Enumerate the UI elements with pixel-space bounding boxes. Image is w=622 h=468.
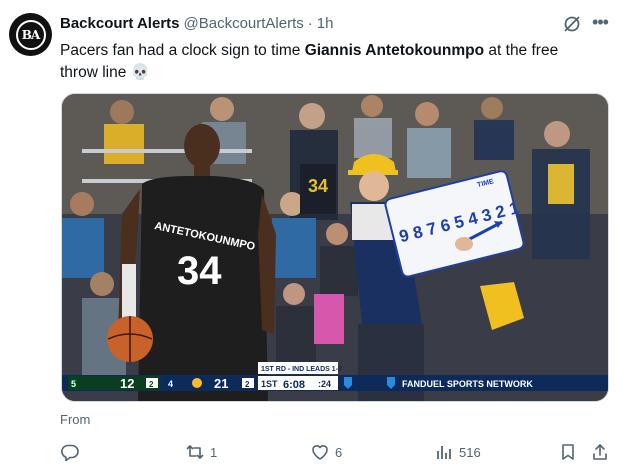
display-name[interactable]: Backcourt Alerts [60, 15, 180, 32]
heart-icon [312, 445, 328, 460]
home-seed: 4 [168, 379, 173, 389]
tweet-actions: 1 6 516 [0, 438, 622, 466]
skull-emoji: 💀 [130, 64, 150, 81]
avatar[interactable]: BA [9, 13, 52, 56]
separator-dot: · [307, 15, 313, 32]
home-timeouts: 2 [245, 380, 250, 389]
bookmark-icon [562, 444, 574, 460]
tweet-text-part: Pacers fan had a clock sign to time [60, 42, 305, 59]
from-label: From [60, 412, 91, 427]
repost-icon [186, 445, 204, 459]
jersey-number: 34 [177, 249, 222, 293]
view-count: 516 [459, 444, 481, 460]
reply-button[interactable] [60, 442, 85, 462]
series-info: 1ST RD - IND LEADS 1-0 [261, 366, 342, 373]
timestamp[interactable]: 1h [317, 15, 334, 32]
reply-icon [61, 444, 79, 462]
shot-clock: :24 [318, 379, 331, 389]
more-options-icon[interactable]: ••• [590, 12, 610, 32]
tweet-header: Backcourt Alerts @BackcourtAlerts · 1h [60, 15, 333, 32]
grok-icon[interactable] [562, 14, 582, 34]
bookmark-button[interactable] [558, 442, 578, 462]
quarter: 1ST [261, 379, 278, 389]
tweet-media-image[interactable]: ANTETOKOUNMPO 34 34 9 8 7 6 5 4 3 2 1 TI… [61, 93, 609, 402]
repost-button[interactable]: 1 [185, 442, 217, 462]
network-name: FANDUEL SPORTS NETWORK [402, 379, 533, 389]
views-button[interactable]: 516 [434, 442, 481, 462]
fan-jersey-number: 34 [308, 176, 328, 196]
share-icon [593, 444, 607, 460]
home-score: 21 [214, 376, 228, 391]
avatar-logo: BA [15, 19, 46, 50]
away-seed: 5 [71, 379, 76, 389]
game-clock: 6:08 [283, 379, 305, 391]
user-handle[interactable]: @BackcourtAlerts [184, 15, 304, 32]
tweet-text-bold: Giannis Antetokounmpo [304, 42, 485, 59]
media-scene: ANTETOKOUNMPO 34 34 9 8 7 6 5 4 3 2 1 TI… [62, 94, 608, 401]
like-button[interactable]: 6 [310, 442, 342, 462]
analytics-icon [437, 446, 451, 459]
share-button[interactable] [590, 442, 610, 462]
repost-count: 1 [210, 444, 218, 460]
away-score: 12 [120, 376, 134, 391]
away-timeouts: 2 [149, 380, 154, 389]
like-count: 6 [335, 444, 343, 460]
tweet-text: Pacers fan had a clock sign to time Gian… [60, 40, 600, 84]
